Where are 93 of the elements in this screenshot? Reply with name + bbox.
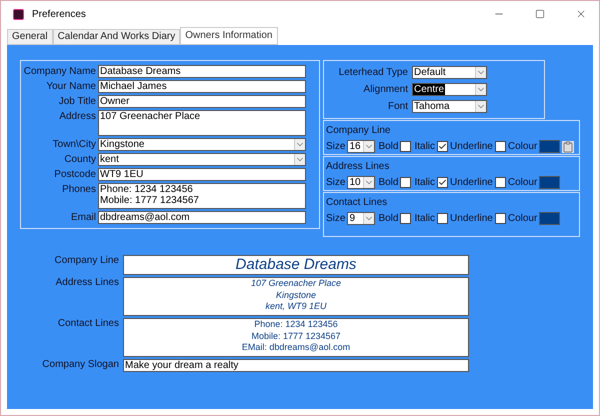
underline-label: Underline xyxy=(450,140,493,154)
field-label: Company Name xyxy=(22,65,97,78)
chevron-icon xyxy=(363,141,374,152)
preview-label: Address Lines xyxy=(54,277,120,289)
chevron-icon xyxy=(363,177,374,188)
checkbox[interactable] xyxy=(437,141,448,152)
underline-label: Underline xyxy=(450,212,493,226)
checkbox[interactable] xyxy=(437,213,448,224)
bold-label: Bold xyxy=(378,140,398,154)
text-field[interactable]: Database Dreams xyxy=(98,65,306,78)
dropdown-value: Tahoma xyxy=(413,101,451,112)
section-title: Company Line xyxy=(326,124,392,138)
maximize-icon[interactable] xyxy=(535,9,545,19)
chevron-icon xyxy=(475,84,486,95)
dropdown-value: Kingstone xyxy=(99,139,146,150)
dropdown[interactable]: 10 xyxy=(347,176,376,189)
dropdown-value: Centre xyxy=(413,84,446,95)
dropdown[interactable]: 16 xyxy=(347,140,376,153)
dropdown-value: 10 xyxy=(348,177,362,188)
underline-label: Underline xyxy=(450,176,493,190)
chevron-icon xyxy=(475,101,486,112)
checkbox[interactable] xyxy=(494,213,506,224)
company-line-text: Database Dreams xyxy=(236,254,356,275)
field-label: County xyxy=(63,153,97,166)
checkbox[interactable] xyxy=(400,213,412,224)
paste-icon[interactable] xyxy=(562,140,574,152)
size-label: Size xyxy=(326,176,346,190)
text-field[interactable]: WT9 1EU xyxy=(98,168,306,181)
field-label: Phones xyxy=(61,183,97,196)
dropdown[interactable]: Default xyxy=(412,66,487,79)
section-title: Contact Lines xyxy=(326,196,388,210)
preview-line: 107 Greenacher Place xyxy=(250,278,342,290)
preview-label: Company Slogan xyxy=(41,359,120,371)
text-field[interactable]: Owner xyxy=(98,95,306,108)
preview-label: Contact Lines xyxy=(56,318,120,330)
slogan-field[interactable]: Make your dream a realty xyxy=(123,359,469,372)
dropdown[interactable]: Tahoma xyxy=(412,100,487,113)
italic-label: Italic xyxy=(414,176,436,190)
chevron-icon xyxy=(294,154,305,165)
app-icon xyxy=(13,8,24,20)
bold-label: Bold xyxy=(378,212,398,226)
text-area[interactable]: 107 Greenacher Place xyxy=(98,110,306,136)
preview-line: Phone: 1234 123456 xyxy=(254,319,338,330)
preview-label: Company Line xyxy=(54,255,120,267)
dropdown-value: kent xyxy=(99,154,120,165)
text-area[interactable]: Phone: 1234 123456 Mobile: 1777 1234567 xyxy=(98,183,306,209)
field-label: Address xyxy=(58,110,97,123)
close-icon[interactable] xyxy=(575,8,587,20)
dropdown[interactable]: kent xyxy=(98,153,306,166)
dropdown[interactable]: 9 xyxy=(347,212,376,225)
chevron-icon xyxy=(294,139,305,150)
size-label: Size xyxy=(326,212,346,226)
field-label: Your Name xyxy=(45,80,97,93)
checkbox[interactable] xyxy=(437,177,448,188)
field-label: Town\City xyxy=(52,138,97,151)
text-field[interactable]: Michael James xyxy=(98,80,306,93)
preview-line: Mobile: 1777 1234567 xyxy=(251,330,341,342)
field-label: Leterhead Type xyxy=(338,66,409,80)
chevron-icon xyxy=(475,67,486,78)
italic-label: Italic xyxy=(414,140,436,154)
chevron-icon xyxy=(363,213,374,224)
italic-label: Italic xyxy=(414,212,436,226)
section-title: Address Lines xyxy=(326,160,390,174)
tab[interactable]: General xyxy=(7,29,53,45)
colour-swatch[interactable] xyxy=(539,140,560,153)
preview-line: kent, WT9 1EU xyxy=(265,301,327,312)
dropdown-value: 16 xyxy=(348,141,362,152)
tab[interactable]: Calendar And Works Diary xyxy=(52,29,180,45)
field-label: Email xyxy=(70,211,97,224)
colour-label: Colour xyxy=(508,212,538,226)
colour-swatch[interactable] xyxy=(539,212,560,225)
dropdown[interactable]: Centre xyxy=(412,83,487,96)
bold-label: Bold xyxy=(378,176,398,190)
dropdown-value: 9 xyxy=(348,213,356,224)
checkbox[interactable] xyxy=(400,177,412,188)
text-field[interactable]: dbdreams@aol.com xyxy=(98,211,306,224)
checkbox[interactable] xyxy=(400,141,412,152)
dropdown[interactable]: Kingstone xyxy=(98,138,306,151)
checkbox[interactable] xyxy=(494,177,506,188)
preview-line: Kingstone xyxy=(276,290,316,301)
size-label: Size xyxy=(326,140,346,154)
window-title: Preferences xyxy=(32,8,86,22)
tab[interactable]: Owners Information xyxy=(180,27,278,45)
colour-label: Colour xyxy=(508,140,538,154)
colour-label: Colour xyxy=(508,176,538,190)
field-label: Job Title xyxy=(58,95,97,108)
field-label: Alignment xyxy=(362,83,409,97)
field-label: Postcode xyxy=(53,168,97,181)
preview-line: EMail: dbdreams@aol.com xyxy=(242,342,350,354)
dropdown-value: Default xyxy=(413,67,447,78)
field-label: Font xyxy=(386,100,409,114)
colour-swatch[interactable] xyxy=(539,176,560,189)
checkbox[interactable] xyxy=(494,141,506,152)
